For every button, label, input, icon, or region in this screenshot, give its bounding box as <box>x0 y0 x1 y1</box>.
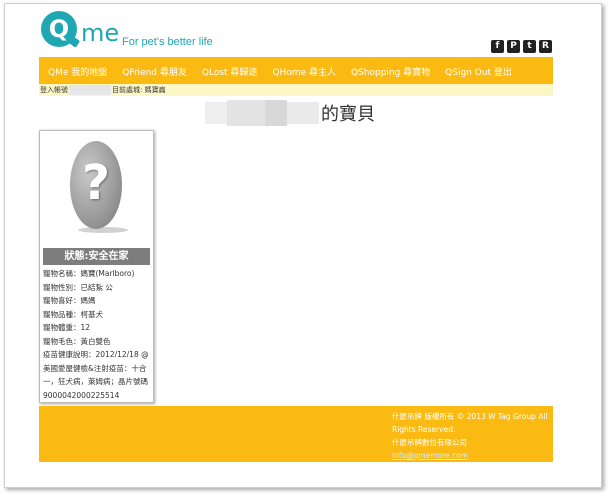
nav-item-qfriend[interactable]: QFriend 尋朋友 <box>122 65 187 78</box>
site-logo[interactable]: Q me <box>41 11 121 51</box>
nav-item-qlost[interactable]: QLost 尋歸途 <box>202 65 258 78</box>
nav-item-qhome[interactable]: QHome 尋主人 <box>272 65 336 78</box>
pet-card: ? 狀態:安全在家 寵物名稱：媽寶(Marlboro) 寵物性別：已結紮 公 寵… <box>39 130 154 403</box>
redacted-name-part <box>205 102 227 124</box>
pet-weight-field: 寵物體重：12 <box>43 323 91 332</box>
twitter-icon[interactable]: t <box>523 40 536 53</box>
footer-company: 什麼吊牌數位有限公司 <box>392 438 467 447</box>
page-title: 的寶貝 <box>205 99 375 127</box>
login-info-bar: 登入帳號 目前處城: 媽寶扁 <box>39 84 553 96</box>
redacted-name-part <box>265 100 287 126</box>
page-title-text: 的寶貝 <box>321 104 375 125</box>
footer-text: 什麼吊牌 版權所有 © 2013 W Tag Group All Rights … <box>392 410 550 462</box>
pet-name-field: 寵物名稱：媽寶(Marlboro) <box>43 269 135 278</box>
account-label: 登入帳號 <box>40 86 68 94</box>
site-tagline: For pet's better life <box>122 36 213 48</box>
pet-photo-placeholder: ? <box>68 141 128 233</box>
pet-info-list: 寵物名稱：媽寶(Marlboro) 寵物性別：已結紮 公 寵物喜好：媽媽 寵物品… <box>43 267 153 402</box>
social-links: f P t R <box>491 40 552 53</box>
location-label: 目前處城: 媽寶扁 <box>112 86 166 94</box>
pet-gender-field: 寵物性別：已結紮 公 <box>43 282 113 292</box>
redacted-name-part <box>287 102 319 124</box>
pet-status-badge: 狀態:安全在家 <box>43 248 150 265</box>
facebook-icon[interactable]: f <box>491 40 504 53</box>
footer-copyright: 什麼吊牌 版權所有 © 2013 W Tag Group All Rights … <box>392 412 548 434</box>
pinterest-icon[interactable]: P <box>507 40 520 53</box>
photo-shadow <box>78 227 128 233</box>
pet-breed-field: 寵物品種：柯基犬 <box>43 309 103 319</box>
logo-letter: Q <box>48 15 70 43</box>
site-footer: 什麼吊牌 版權所有 © 2013 W Tag Group All Rights … <box>39 406 553 462</box>
nav-item-qme[interactable]: QMe 我的地盤 <box>48 65 107 78</box>
rss-icon[interactable]: R <box>539 40 552 53</box>
redacted-account <box>69 85 111 95</box>
redacted-name-part <box>227 100 265 126</box>
nav-item-qshopping[interactable]: QShopping 尋寶物 <box>351 65 430 78</box>
footer-email-link[interactable]: info@qmemore.com <box>392 449 550 462</box>
pet-health-note: 疫苗健康說明：2012/12/18 @ 美國愛屋健檢&注射疫苗：十合一，狂犬病，… <box>43 350 149 400</box>
question-mark-glyph: ? <box>82 155 110 211</box>
main-nav: QMe 我的地盤 QFriend 尋朋友 QLost 尋歸途 QHome 尋主人… <box>39 57 553 86</box>
page-frame: Q me For pet's better life f P t R QMe 我… <box>4 3 602 488</box>
logo-text: me <box>81 19 120 47</box>
pet-likes-field: 寵物喜好：媽媽 <box>43 296 96 305</box>
nav-item-qsignout[interactable]: QSign Out 登出 <box>445 65 512 78</box>
pet-color-field: 寵物毛色：黃白雙色 <box>43 336 111 346</box>
